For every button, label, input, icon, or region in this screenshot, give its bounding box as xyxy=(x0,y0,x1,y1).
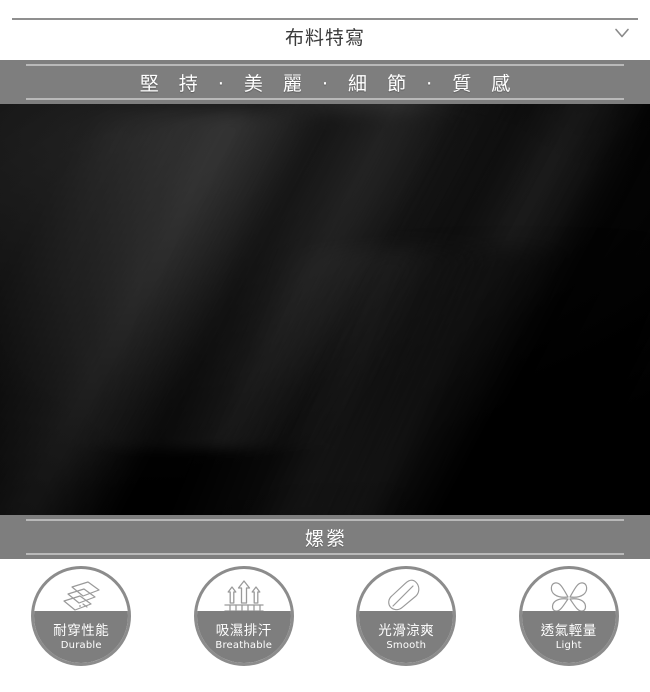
banner-line-bottom xyxy=(26,553,624,555)
chevron-down-icon[interactable] xyxy=(612,23,632,43)
feature-badge-light[interactable]: 透氣輕量 Light xyxy=(518,566,619,666)
feature-label: 透氣輕量 Light xyxy=(521,611,616,663)
page-title: 布料特寫 xyxy=(284,27,365,49)
feature-label-en: Light xyxy=(555,639,582,651)
feature-label-en: Durable xyxy=(60,639,102,651)
product-fabric-section: 布料特寫 堅 持 · 美 麗 · 細 節 · 質 感 嫘縈 耐穿性能 Durab… xyxy=(0,0,650,692)
feature-label-zh: 光滑涼爽 xyxy=(378,622,435,639)
feature-badge-list: 耐穿性能 Durable 吸濕排汗 Breathable 光滑涼爽 Smooth… xyxy=(0,559,650,669)
feature-label-en: Smooth xyxy=(386,639,427,651)
material-banner: 嫘縈 xyxy=(0,515,650,559)
header-divider xyxy=(12,18,638,20)
feature-label-zh: 透氣輕量 xyxy=(540,622,597,639)
feature-label: 吸濕排汗 Breathable xyxy=(196,611,291,663)
photo-vignette xyxy=(0,104,650,515)
feature-label-zh: 吸濕排汗 xyxy=(215,622,272,639)
feature-badge-breathable[interactable]: 吸濕排汗 Breathable xyxy=(193,566,294,666)
tagline-banner: 堅 持 · 美 麗 · 細 節 · 質 感 xyxy=(0,60,650,104)
feature-label-zh: 耐穿性能 xyxy=(53,622,110,639)
fabric-closeup-photo xyxy=(0,104,650,515)
feature-label-en: Breathable xyxy=(215,639,273,651)
feature-badge-smooth[interactable]: 光滑涼爽 Smooth xyxy=(356,566,457,666)
banner-line-bottom xyxy=(26,98,624,100)
feature-label: 耐穿性能 Durable xyxy=(34,611,129,663)
feature-badge-durable[interactable]: 耐穿性能 Durable xyxy=(31,566,132,666)
feature-label: 光滑涼爽 Smooth xyxy=(359,611,454,663)
section-header[interactable]: 布料特寫 xyxy=(0,0,650,60)
